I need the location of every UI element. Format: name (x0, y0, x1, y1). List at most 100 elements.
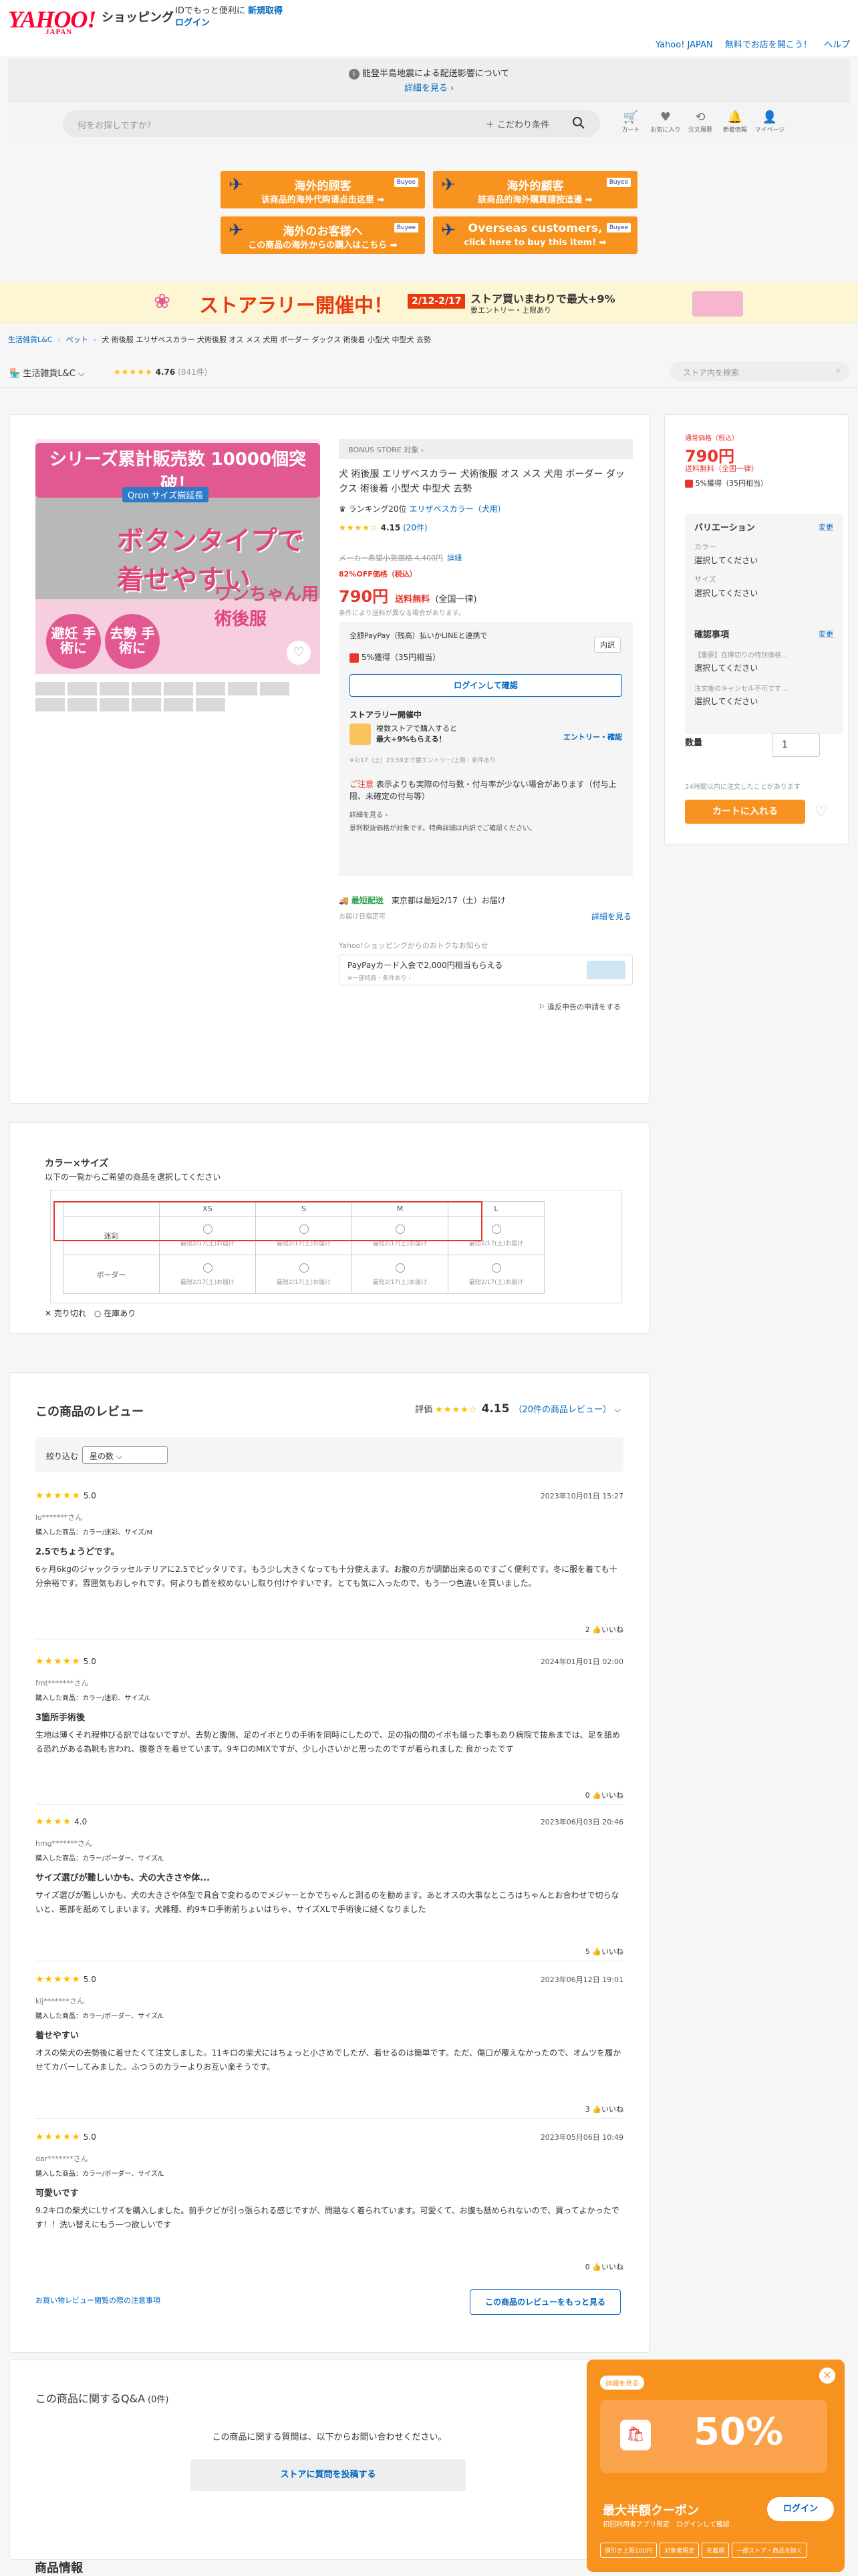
points-box: 全額PayPay（残高）払いかLINEと連携で 内訳 5%獲得（35円相当） ロ… (339, 622, 633, 876)
review-notice-link[interactable]: お買い物レビュー閲覧の際の注意事項 (35, 2295, 160, 2305)
search-input[interactable]: 何をお探しですか？ ＋ こだわり条件 (63, 110, 600, 137)
store-rating[interactable]: ★★★★★ 4.76 (841件) (114, 366, 207, 377)
shops-illustration-icon (692, 291, 743, 317)
like-button[interactable]: 0 👍いいね (585, 1790, 623, 1800)
product-rating[interactable]: ★★★★☆ 4.15 (20件) (339, 522, 428, 533)
close-icon[interactable]: × (819, 2368, 835, 2384)
review-item: ★★★★★ 5.0 2023年10月01日 15:27 lo*******さん 購… (35, 1490, 623, 1639)
confirmation-change-link[interactable]: 変更 (819, 629, 833, 639)
thumbnail[interactable] (196, 682, 225, 695)
search-icon[interactable]: ⌕ (836, 365, 841, 375)
conditions-button[interactable]: ＋ こだわり条件 (486, 118, 549, 130)
news-nav[interactable]: 🔔 新着情報 (718, 110, 752, 134)
review-item: ★★★★★ 5.0 2024年01月01日 02:00 fmt*******さん … (35, 1656, 623, 1805)
thumbnail[interactable] (35, 698, 65, 711)
paypay-icon (685, 480, 693, 488)
shopping-title[interactable]: ショッピング (102, 8, 174, 25)
coupon-tags: 値引き上限100円 対象者限定 先着順 一部ストア・商品を除く (600, 2543, 808, 2558)
coupon-popup: × 詳細を見る 🛍 50% 最大半額クーポン 初回利用者アプリ限定 ログインして… (587, 2360, 845, 2572)
confirmation-box[interactable]: 確認事項 変更 【重要】在庫切りの特別価格... 選択してください 注文後のキャン… (685, 621, 843, 734)
option-cell[interactable]: 最短2/17(土)お届け (255, 1255, 352, 1294)
thumbs-up-icon: 👍 (592, 1791, 601, 1800)
breakdown-button[interactable]: 内訳 (594, 637, 621, 653)
like-button[interactable]: 0 👍いいね (585, 2261, 623, 2272)
star-filter-select[interactable]: 星の数 ⌵ (82, 1446, 168, 1464)
shopping-bag-icon: 🛍 (620, 2420, 651, 2450)
caution-more-link[interactable]: 詳細を見る › (349, 809, 388, 819)
like-button[interactable]: 2 👍いいね (585, 1624, 623, 1635)
notice-detail-link[interactable]: 詳細を見る › (404, 84, 454, 94)
thumbnail[interactable] (228, 682, 257, 695)
banner-ja[interactable]: ✈ 海外のお客様へ この商品の海外からの購入はこちら ➡ Buyee (221, 216, 425, 254)
ranking-category-link[interactable]: エリザベスカラー（犬用） (409, 504, 505, 514)
signup-link[interactable]: 新規取得 (248, 6, 283, 16)
truck-icon: 🚚 (339, 896, 349, 905)
store-search-input[interactable]: ストア内を検索 ⌕ (670, 361, 850, 381)
breadcrumb-store[interactable]: 生活雑貨L&C (8, 335, 52, 344)
delivery-detail-link[interactable]: 詳細を見る (591, 911, 631, 922)
bonus-store-badge[interactable]: BONUS STORE 対象 › (339, 439, 633, 459)
review-item: ★★★★★ 5.0 2023年05月06日 10:49 dar*******さん … (35, 2132, 623, 2271)
variation-change-link[interactable]: 変更 (819, 522, 833, 532)
thumbnail[interactable] (100, 682, 129, 695)
rally-entry-link[interactable]: エントリー・確認 (563, 732, 622, 742)
history-nav[interactable]: ⟲ 注文履歴 (683, 110, 718, 134)
search-icon[interactable] (572, 116, 585, 130)
thumbnail[interactable] (67, 698, 97, 711)
shipping-note: 条件により送料が異なる場合があります。 (339, 610, 465, 617)
thumbs-up-icon: 👍 (592, 1947, 601, 1956)
bell-icon: 🔔 (727, 110, 743, 124)
favorite-heart-icon[interactable]: ♡ (287, 641, 311, 665)
thumbnail[interactable] (100, 698, 129, 711)
header: YAHOO! JAPAN ショッピング IDでもっと便利に 新規取得 ログイン Y… (0, 0, 858, 56)
list-price-detail-link[interactable]: 詳細 (447, 554, 462, 562)
thumbnail[interactable] (35, 682, 65, 695)
product-image[interactable]: シリーズ累計販売数 10000個突破！ Qron サイズ揃延長 ボタンタイプで着… (35, 439, 320, 674)
thumbnail[interactable] (196, 698, 225, 711)
login-link[interactable]: ログイン (175, 18, 210, 28)
header-message: IDでもっと便利に 新規取得 ログイン (175, 6, 283, 28)
paypay-card-promo[interactable]: PayPayカード入会で2,000円相当もらえる ※一部特典・条件あり › (339, 955, 633, 985)
store-name[interactable]: 🏪 生活雑貨L&C ⌵ (9, 366, 85, 379)
quantity-input[interactable]: 1 (772, 733, 820, 757)
thumbnail[interactable] (164, 698, 193, 711)
cart-nav[interactable]: 🛒 カート (613, 110, 648, 134)
thumbnail[interactable] (164, 682, 193, 695)
help-link[interactable]: ヘルプ (824, 40, 850, 50)
user-icon: 👤 (762, 110, 778, 124)
coupon-detail-link[interactable]: 詳細を見る (600, 2376, 644, 2390)
favorite-heart-icon[interactable]: ♡ (815, 804, 828, 820)
yahoo-logo[interactable]: YAHOO! JAPAN (8, 5, 96, 36)
favorites-nav[interactable]: ♥ お気に入り (648, 110, 683, 134)
breadcrumb-pet[interactable]: ペット (66, 335, 88, 344)
option-cell[interactable]: 最短2/17(土)お届け (448, 1255, 545, 1294)
thumbnail[interactable] (132, 698, 161, 711)
open-store-link[interactable]: 無料でお店を開こう！ (725, 40, 812, 50)
store-rally-banner[interactable]: ❀ ストアラリー開催中！ 2/12-2/17 ストア買いまわりで最大+9% 要エ… (0, 282, 858, 323)
yahoo-japan-link[interactable]: Yahoo! JAPAN (656, 40, 713, 50)
coupon-login-button[interactable]: ログイン (767, 2497, 834, 2521)
product-info-heading: 商品情報 (35, 2561, 83, 2575)
option-legend: ✕ 売り切れ ○ 在庫あり (45, 1309, 136, 1318)
report-link[interactable]: ⚐ 違反申告の申請をする (539, 1001, 621, 1012)
banner-zh-tw[interactable]: ✈ 海外的顧客 該商品的海外購買請按這邊 ➡ Buyee (433, 171, 637, 208)
banner-zh-cn[interactable]: ✈ 海外的顾客 该商品的海外代购请点击这里 ➡ Buyee (221, 171, 425, 208)
thumbnail[interactable] (260, 682, 289, 695)
thumbnail[interactable] (132, 682, 161, 695)
breadcrumb-current: 犬 術後服 エリザベスカラー 犬術後服 オス メス 犬用 ボーダー ダックス 術… (102, 335, 432, 344)
mypage-nav[interactable]: 👤 マイページ (752, 110, 787, 134)
thumbnail[interactable] (67, 682, 97, 695)
notice-banner: i 能登半島地震による配送影響について 詳細を見る › (8, 59, 850, 102)
option-cell[interactable]: 最短2/17(土)お届け (351, 1255, 448, 1294)
option-cell[interactable]: 最短2/17(土)お届け (159, 1255, 256, 1294)
more-reviews-button[interactable]: この商品のレビューをもっと見る (470, 2289, 621, 2315)
login-confirm-button[interactable]: ログインして確認 (349, 674, 622, 697)
add-to-cart-button[interactable]: カートに入れる (685, 800, 805, 824)
review-score[interactable]: 評価 ★★★★☆ 4.15 （20件の商品レビュー） ⌵ (415, 1402, 621, 1416)
variation-box[interactable]: バリエーション 変更 カラー 選択してください サイズ 選択してください (685, 514, 843, 621)
ask-question-button[interactable]: ストアに質問を投稿する (190, 2459, 466, 2491)
banner-en[interactable]: ✈ Overseas customers, click here to buy th… (433, 216, 637, 254)
like-button[interactable]: 3 👍いいね (585, 2104, 623, 2114)
review-item: ★★★★★ 5.0 2023年06月12日 19:01 kij*******さん … (35, 1974, 623, 2119)
like-button[interactable]: 5 👍いいね (585, 1946, 623, 1957)
